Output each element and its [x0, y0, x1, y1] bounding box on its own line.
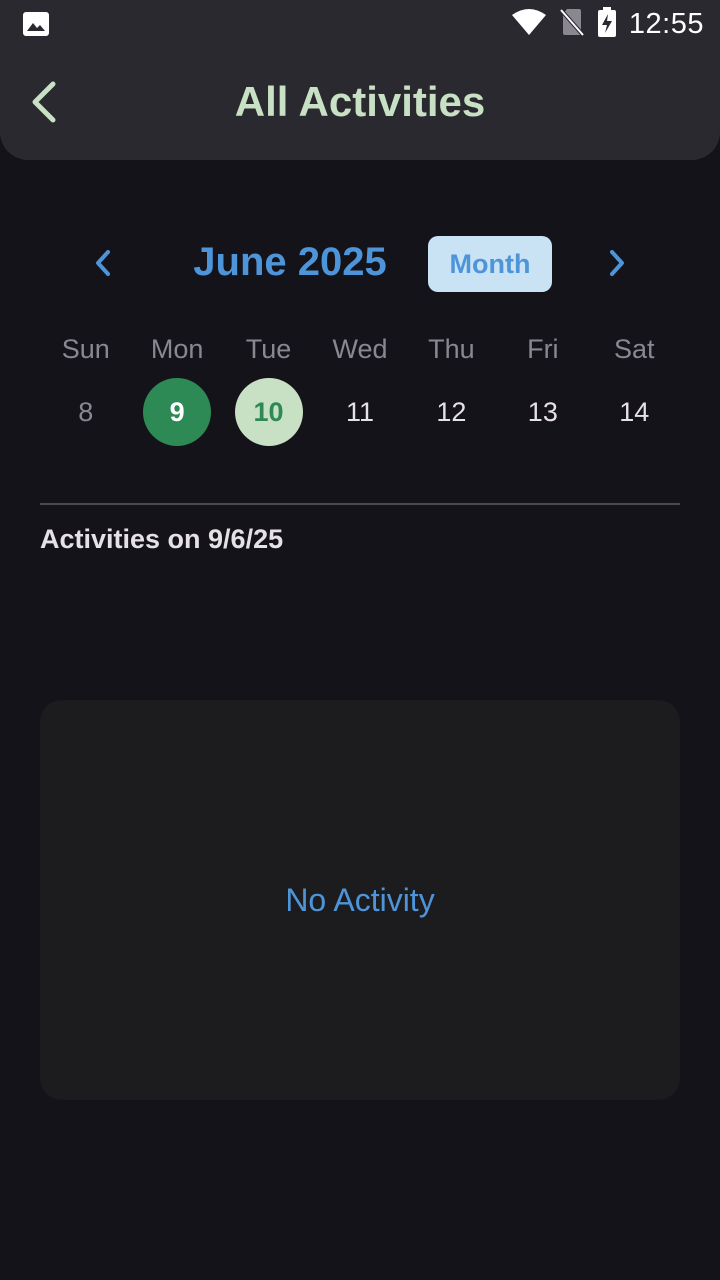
- status-time: 12:55: [628, 7, 704, 40]
- top-header: 12:55 All Activities: [0, 0, 720, 160]
- weekday-label: Mon: [150, 333, 204, 364]
- weekday-label: Sat: [613, 333, 655, 364]
- battery-charging-icon: [597, 6, 617, 42]
- date-cell[interactable]: 12: [406, 378, 497, 446]
- weekday-label: Fri: [527, 333, 559, 364]
- selected-date-bubble[interactable]: 9: [143, 378, 212, 446]
- date-cell[interactable]: 14: [589, 378, 680, 446]
- empty-activity-card: No Activity: [40, 700, 680, 1100]
- activities-heading: Activities on 9/6/25: [40, 524, 284, 554]
- divider: [40, 503, 680, 505]
- no-sim-icon: [559, 7, 585, 42]
- weekday-label: Tue: [245, 333, 292, 364]
- previous-week-button[interactable]: [80, 242, 126, 288]
- month-label: June 2025: [193, 240, 387, 284]
- today-date-bubble[interactable]: 10: [234, 378, 303, 446]
- date-cell[interactable]: 11: [314, 378, 405, 446]
- weekday-label: Wed: [332, 333, 388, 364]
- calendar-header: June 2025 Month: [0, 236, 720, 292]
- weekday-label: Thu: [428, 333, 475, 364]
- chevron-right-icon: [607, 248, 627, 283]
- week-strip: Sun Mon Tue Wed Thu Fri Sat 8 9 10 11 12…: [40, 328, 680, 446]
- weekday-label: Sun: [61, 333, 110, 364]
- status-bar: 12:55: [0, 0, 720, 48]
- month-view-button[interactable]: Month: [428, 236, 552, 292]
- date-cell-selected[interactable]: 9: [131, 378, 222, 446]
- page-title: All Activities: [234, 78, 486, 125]
- next-week-button[interactable]: [594, 242, 640, 288]
- date-row: 8 9 10 11 12 13 14: [40, 378, 680, 446]
- image-icon: [22, 11, 50, 37]
- date-cell[interactable]: 13: [497, 378, 588, 446]
- empty-activity-message: No Activity: [285, 881, 435, 918]
- weekday-row: Sun Mon Tue Wed Thu Fri Sat: [40, 328, 680, 370]
- chevron-left-icon: [93, 248, 113, 283]
- date-cell-today[interactable]: 10: [223, 378, 314, 446]
- wifi-icon: [511, 8, 547, 41]
- date-cell[interactable]: 8: [40, 378, 131, 446]
- app-bar: All Activities: [0, 48, 720, 160]
